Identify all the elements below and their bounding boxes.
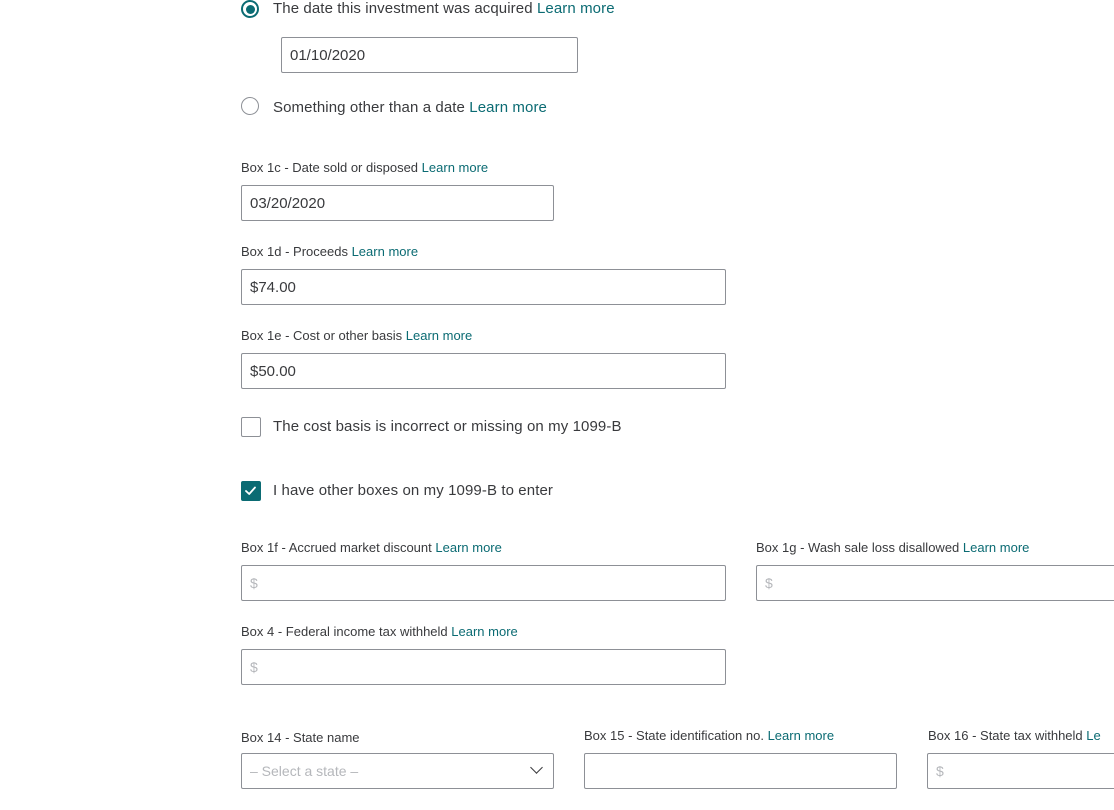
box16-state-tax-input[interactable]: $: [927, 753, 1114, 789]
box1e-cost-basis-input[interactable]: $50.00: [241, 353, 726, 389]
box1g-label-row: Box 1g - Wash sale loss disallowed Learn…: [756, 540, 1029, 555]
box1f-label-row: Box 1f - Accrued market discount Learn m…: [241, 540, 502, 555]
box1c-label: Box 1c - Date sold or disposed: [241, 160, 419, 175]
box4-federal-tax-input[interactable]: $: [241, 649, 726, 685]
box1e-label-row: Box 1e - Cost or other basis Learn more: [241, 328, 472, 343]
acquired-date-input[interactable]: 01/10/2020: [281, 37, 578, 73]
cost-basis-incorrect-checkbox[interactable]: [241, 417, 261, 437]
box14-select-value: – Select a state –: [250, 763, 359, 779]
box1d-label-row: Box 1d - Proceeds Learn more: [241, 244, 418, 259]
box1f-label: Box 1f - Accrued market discount: [241, 540, 432, 555]
other-than-date-option: Something other than a date Learn more: [273, 99, 547, 116]
cost-basis-incorrect-label: The cost basis is incorrect or missing o…: [273, 418, 622, 435]
box1c-label-row: Box 1c - Date sold or disposed Learn mor…: [241, 160, 488, 175]
box1g-learn-more-link[interactable]: Learn more: [963, 540, 1029, 555]
box4-label-row: Box 4 - Federal income tax withheld Lear…: [241, 624, 518, 639]
other-boxes-checkbox[interactable]: [241, 481, 261, 501]
box1c-date-sold-input[interactable]: 03/20/2020: [241, 185, 554, 221]
box15-state-id-input[interactable]: [584, 753, 897, 789]
other-than-date-option-label: Something other than a date: [273, 99, 466, 116]
box4-learn-more-link[interactable]: Learn more: [451, 624, 517, 639]
box16-learn-more-link[interactable]: Le: [1086, 728, 1100, 743]
box15-learn-more-link[interactable]: Learn more: [768, 728, 834, 743]
box1e-learn-more-link[interactable]: Learn more: [406, 328, 472, 343]
box1d-learn-more-link[interactable]: Learn more: [352, 244, 418, 259]
other-boxes-label: I have other boxes on my 1099-B to enter: [273, 482, 553, 499]
acquired-date-radio[interactable]: [241, 0, 259, 18]
acquired-date-option-label: The date this investment was acquired: [273, 0, 533, 17]
box4-label: Box 4 - Federal income tax withheld: [241, 624, 448, 639]
box1d-proceeds-input[interactable]: $74.00: [241, 269, 726, 305]
box1e-label: Box 1e - Cost or other basis: [241, 328, 403, 343]
box1d-label: Box 1d - Proceeds: [241, 244, 348, 259]
box1g-label: Box 1g - Wash sale loss disallowed: [756, 540, 960, 555]
box1c-learn-more-link[interactable]: Learn more: [422, 160, 488, 175]
box16-label-row: Box 16 - State tax withheld Le: [928, 728, 1101, 743]
acquired-date-learn-more-link[interactable]: Learn more: [537, 0, 615, 17]
checkmark-icon: [245, 486, 256, 495]
box14-state-select[interactable]: – Select a state –: [241, 753, 554, 789]
box14-label: Box 14 - State name: [241, 730, 360, 745]
box1f-learn-more-link[interactable]: Learn more: [435, 540, 501, 555]
chevron-down-icon: [530, 761, 543, 774]
box16-label: Box 16 - State tax withheld: [928, 728, 1083, 743]
acquired-date-option: The date this investment was acquired Le…: [273, 0, 615, 17]
box15-label-row: Box 15 - State identification no. Learn …: [584, 728, 834, 743]
other-than-date-radio[interactable]: [241, 97, 259, 115]
box15-label: Box 15 - State identification no.: [584, 728, 764, 743]
other-than-date-learn-more-link[interactable]: Learn more: [469, 99, 547, 116]
box1g-wash-sale-input[interactable]: $: [756, 565, 1114, 601]
box1f-accrued-discount-input[interactable]: $: [241, 565, 726, 601]
